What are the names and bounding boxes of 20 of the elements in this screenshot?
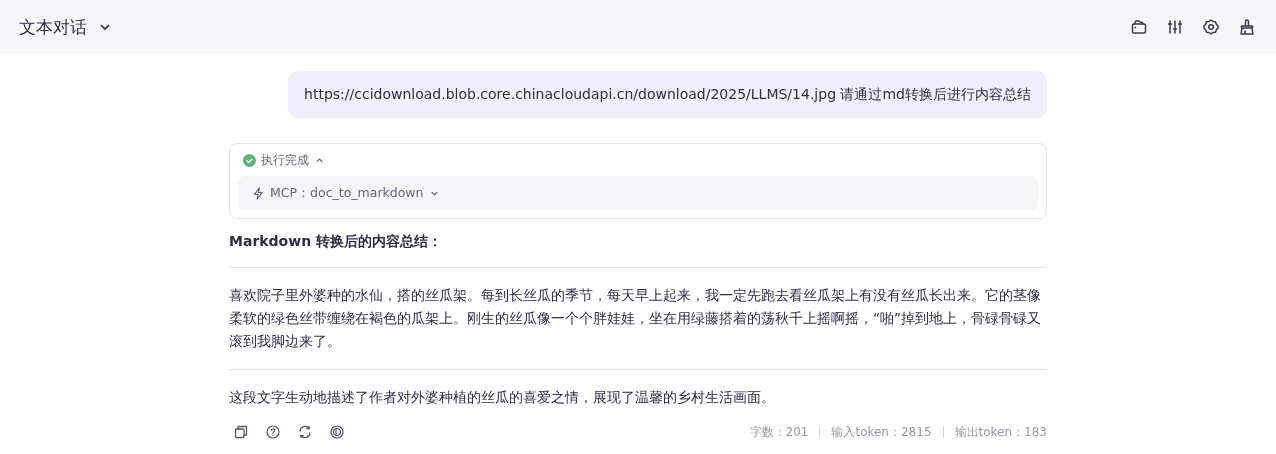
brush-icon[interactable]: [1238, 18, 1256, 36]
sliders-icon[interactable]: [1166, 18, 1184, 36]
settings-icon[interactable]: [1202, 18, 1220, 36]
quoted-paragraph: 喜欢院子里外婆种的水仙，搭的丝瓜架。每到长丝瓜的季节，每天早上起来，我一定先跑去看丝瓜架上有没有丝瓜长出来。它的茎像柔软的绿色丝带缠绕在褐色的瓜架上。刚生的丝瓜像一个个胖娃娃，坐在用绿藤搭着的荡秋千上摇啊摇，“啪”掉到地上，骨碌骨碌又滚到我脚边来了。: [229, 286, 1043, 351]
token-stat: 字数：201: [748, 426, 810, 438]
check-circle-icon: [243, 154, 256, 167]
bag-icon[interactable]: [1130, 18, 1148, 36]
refresh-icon[interactable]: [298, 425, 312, 439]
answer-heading: Markdown 转换后的内容总结：: [229, 232, 443, 251]
circled-letter-icon[interactable]: [330, 425, 344, 439]
copy-icon[interactable]: [234, 425, 248, 439]
summary-text: 这段文字生动地描述了作者对外婆种植的丝瓜的喜爱之情，展现了温馨的乡村生活画面。: [229, 388, 776, 407]
user-message: https://ccidownload.blob.core.chinacloudapi.cn/download/2025/LLMS/14.jpg 请通过md转换后进行内容总结: [288, 71, 1047, 118]
tool-item[interactable]: MCP：doc_to_markdown: [238, 176, 1038, 210]
lightning-icon: [252, 186, 265, 200]
token-stat: 输入token：2815: [819, 426, 943, 438]
token-stat: 输出token：183: [942, 426, 1047, 438]
help-icon[interactable]: [266, 425, 280, 439]
mode-dropdown[interactable]: 文本对话: [19, 15, 113, 39]
status-toggle[interactable]: 执行完成: [238, 152, 325, 169]
